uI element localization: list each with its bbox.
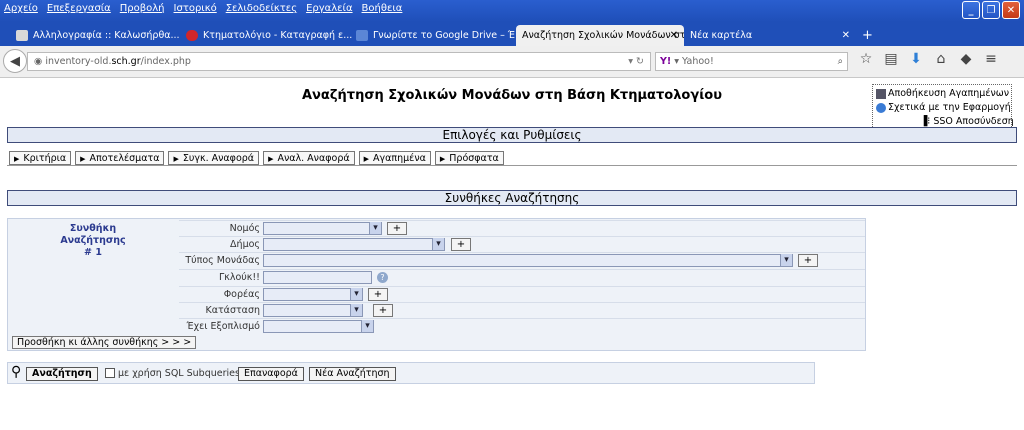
- yahoo-icon: Y!: [660, 56, 672, 67]
- tab-mail[interactable]: Αλληλογραφία :: Καλωσήρθα...: [16, 25, 182, 46]
- mail-icon: [16, 30, 28, 41]
- menu-bar: Αρχείο Επεξεργασία Προβολή Ιστορικό Σελι…: [4, 3, 402, 14]
- sql-subqueries-checkbox[interactable]: [105, 368, 115, 378]
- reload-icon[interactable]: ▾ ↻: [628, 53, 644, 70]
- menu-file[interactable]: Αρχείο: [4, 3, 38, 14]
- row-foreas: Φορέας +: [179, 286, 865, 303]
- foreas-select[interactable]: [263, 288, 363, 301]
- reset-button[interactable]: Επαναφορά: [238, 367, 304, 381]
- condition-title: Συνθήκη Αναζήτησης # 1: [60, 223, 126, 258]
- minimize-button[interactable]: _: [962, 1, 980, 19]
- menu-bookmarks[interactable]: Σελιδοδείκτες: [226, 3, 297, 14]
- nomos-select[interactable]: [263, 222, 382, 235]
- window-titlebar: Αρχείο Επεξεργασία Προβολή Ιστορικό Σελι…: [0, 0, 1024, 22]
- tab-google-drive[interactable]: Γνωρίστε το Google Drive – Έ...: [356, 25, 516, 46]
- google-icon: [356, 30, 368, 41]
- options-header: Επιλογές και Ρυθμίσεις: [7, 127, 1017, 143]
- user-menu-popup: Αποθήκευση Αγαπημένων Σχετικά με την Εφα…: [872, 84, 1014, 131]
- window-controls: _ ❐ ✕: [962, 1, 1020, 19]
- conditions-header: Συνθήκες Αναζήτησης: [7, 190, 1017, 206]
- gkloyk-input[interactable]: [263, 271, 372, 284]
- save-favorites-item[interactable]: Αποθήκευση Αγαπημένων: [876, 87, 1009, 101]
- row-typos: Τύπος Μονάδας +: [179, 252, 865, 269]
- dimos-select[interactable]: [263, 238, 445, 251]
- katastasi-select[interactable]: [263, 304, 363, 317]
- add-unit-type-button[interactable]: +: [798, 254, 818, 267]
- tab-active-search[interactable]: Αναζήτηση Σχολικών Μονάδων στ... ✕: [516, 25, 684, 46]
- bookmarks-list-icon[interactable]: ▤: [883, 51, 899, 67]
- add-condition-button[interactable]: Προσθήκη κι άλλης συνθήκης > > >: [12, 336, 197, 349]
- search-button[interactable]: Αναζήτηση: [26, 367, 98, 381]
- subtab-recent[interactable]: Πρόσφατα: [434, 151, 504, 165]
- close-tab-icon[interactable]: ✕: [670, 25, 678, 46]
- search-icon[interactable]: ⌕: [838, 53, 843, 70]
- search-icon: ⚲: [11, 364, 22, 380]
- divider: [7, 165, 1017, 166]
- toolbar-icons: ☆ ▤ ⬇ ⌂ ◆ ≡: [858, 51, 999, 67]
- row-katastasi: Κατάσταση +: [179, 302, 865, 319]
- menu-help[interactable]: Βοήθεια: [362, 3, 403, 14]
- unit-type-select[interactable]: [263, 254, 793, 267]
- subtab-summary-report[interactable]: Συγκ. Αναφορά: [168, 151, 260, 165]
- maximize-button[interactable]: ❐: [982, 1, 1000, 19]
- equipment-select[interactable]: [263, 320, 374, 333]
- search-bar[interactable]: Y! ▾ Yahoo! ⌕: [655, 52, 848, 71]
- back-button[interactable]: ◀: [3, 49, 27, 73]
- subtab-bar: Κριτήρια Αποτελέσματα Συγκ. Αναφορά Αναλ…: [9, 151, 504, 165]
- close-window-button[interactable]: ✕: [1002, 1, 1020, 19]
- tab-new[interactable]: Νέα καρτέλα ✕: [690, 25, 856, 46]
- subtab-results[interactable]: Αποτελέσματα: [75, 151, 165, 165]
- home-icon[interactable]: ⌂: [933, 51, 949, 67]
- menu-icon[interactable]: ≡: [983, 51, 999, 67]
- bookmark-star-icon[interactable]: ☆: [858, 51, 874, 67]
- add-katastasi-button[interactable]: +: [373, 304, 393, 317]
- menu-history[interactable]: Ιστορικό: [174, 3, 217, 14]
- add-foreas-button[interactable]: +: [368, 288, 388, 301]
- row-dimos: Δήμος +: [179, 236, 865, 253]
- menu-view[interactable]: Προβολή: [120, 3, 165, 14]
- sql-subqueries-label: με χρήση SQL Subqueries: [118, 368, 240, 379]
- tab-ktimatologio[interactable]: Κτηματολόγιο - Καταγραφή ε...: [186, 25, 352, 46]
- close-tab-icon[interactable]: ✕: [842, 25, 850, 46]
- site-icon: [186, 30, 198, 41]
- page-title: Αναζήτηση Σχολικών Μονάδων στη Βάση Κτημ…: [302, 88, 722, 103]
- row-nomos: Νομός +: [179, 220, 865, 237]
- downloads-icon[interactable]: ⬇: [908, 51, 924, 67]
- save-icon: [876, 88, 886, 99]
- address-bar[interactable]: ◉ inventory-old.sch.gr/index.php ▾ ↻: [27, 52, 651, 71]
- globe-icon: ◉: [34, 56, 46, 67]
- row-exoplismos: Έχει Εξοπλισμό: [179, 318, 865, 335]
- add-nomos-button[interactable]: +: [387, 222, 407, 235]
- menu-edit[interactable]: Επεξεργασία: [47, 3, 111, 14]
- navigation-toolbar: ◀ ◉ inventory-old.sch.gr/index.php ▾ ↻ Y…: [0, 46, 1024, 78]
- subtab-favorites[interactable]: Αγαπημένα: [358, 151, 431, 165]
- subtab-criteria[interactable]: Κριτήρια: [9, 151, 72, 165]
- addon-icon[interactable]: ◆: [958, 51, 974, 67]
- help-icon[interactable]: ?: [377, 272, 388, 283]
- info-icon: [876, 102, 886, 113]
- tab-bar: Αλληλογραφία :: Καλωσήρθα... Κτηματολόγι…: [0, 22, 1024, 46]
- search-action-bar: ⚲ Αναζήτηση με χρήση SQL Subqueries Επαν…: [7, 362, 815, 384]
- row-gkloyk: Γκλούκ!! ?: [179, 269, 865, 286]
- logout-icon: ▐⁝: [920, 116, 934, 127]
- new-tab-button[interactable]: +: [862, 25, 876, 46]
- condition-panel: Συνθήκη Αναζήτησης # 1 Νομός + Δήμος + Τ…: [7, 218, 866, 351]
- add-dimos-button[interactable]: +: [451, 238, 471, 251]
- subtab-detailed-report[interactable]: Αναλ. Αναφορά: [263, 151, 355, 165]
- new-search-button[interactable]: Νέα Αναζήτηση: [309, 367, 396, 381]
- about-item[interactable]: Σχετικά με την Εφαρμογή: [876, 101, 1011, 115]
- menu-tools[interactable]: Εργαλεία: [306, 3, 352, 14]
